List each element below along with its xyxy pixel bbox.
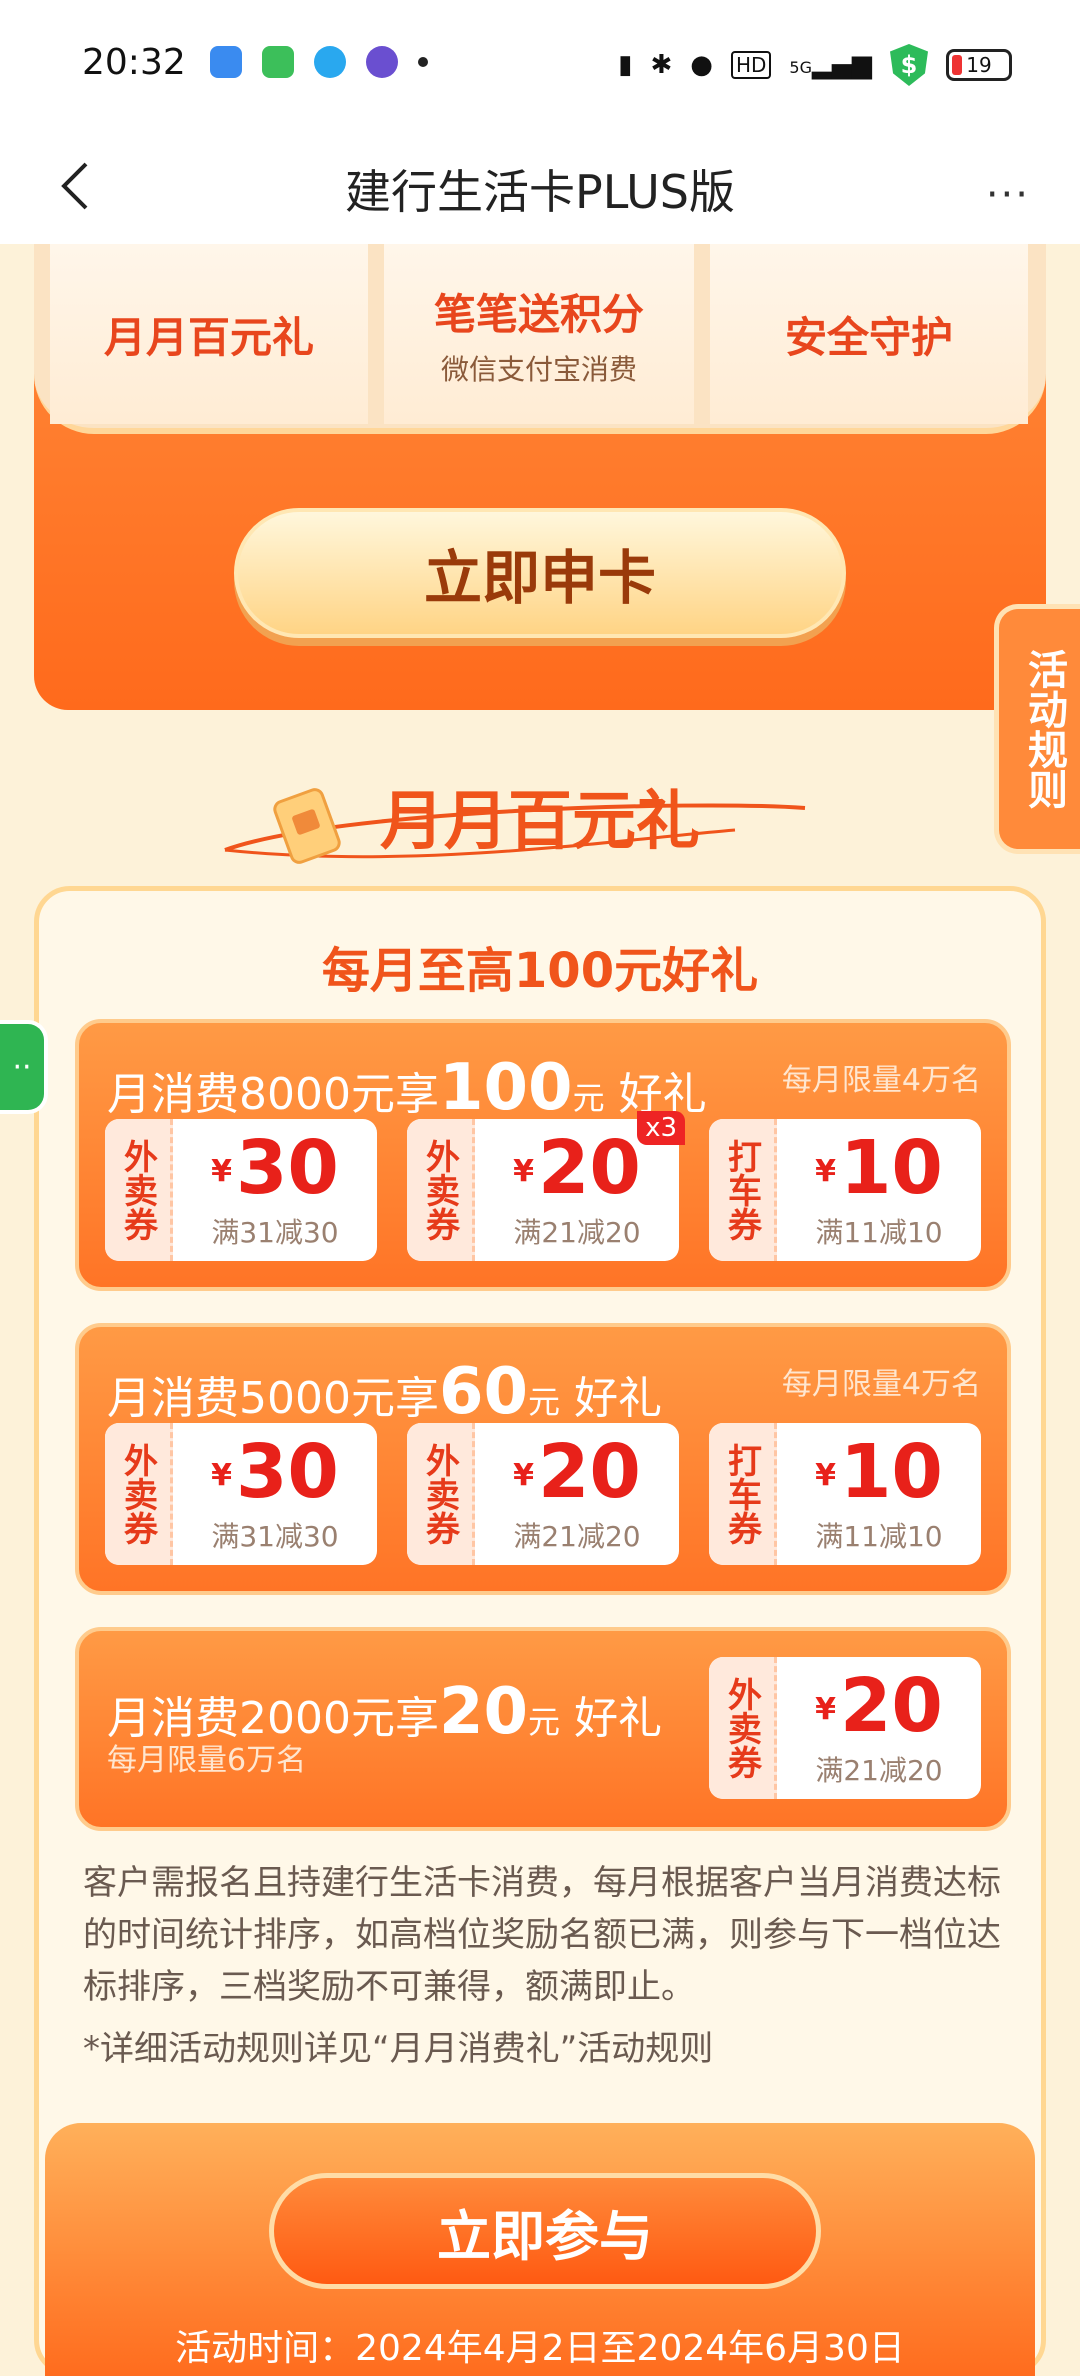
feature-title: 月月百元礼 [103, 312, 314, 362]
more-notifications-icon [418, 57, 428, 67]
coupon-amount: ¥30 [211, 1124, 339, 1211]
monthly-gift-card: 每月至高100元好礼 月消费8000元享100元 好礼 每月限量4万名 外卖券 … [34, 886, 1046, 2376]
tier-5000: 月消费5000元享60元 好礼 每月限量4万名 外卖券 ¥30 满31减30 外卖… [75, 1323, 1011, 1595]
coupon-takeout-30[interactable]: 外卖券 ¥30 满31减30 [105, 1119, 377, 1261]
tier-limit: 每月限量6万名 [107, 1743, 307, 1778]
coupon-type: 打车券 [709, 1423, 777, 1565]
feature-points: 笔笔送积分 微信支付宝消费 [384, 244, 694, 424]
vibrate-icon: ▮ [618, 50, 633, 80]
activity-period: 活动时间：2024年4月2日至2024年6月30日 [175, 2328, 905, 2369]
coupon-takeout-30[interactable]: 外卖券 ¥30 满31减30 [105, 1423, 377, 1565]
coupon-condition: 满31减30 [211, 1520, 339, 1554]
tier-limit: 每月限量4万名 [781, 1063, 981, 1098]
page-title: 建行生活卡PLUS版 [345, 165, 735, 219]
feature-monthly-gift: 月月百元礼 [50, 244, 368, 424]
bluetooth-icon: ✱ [650, 50, 673, 80]
coupon-amount: ¥10 [815, 1428, 943, 1515]
coupon-type: 打车券 [709, 1119, 777, 1261]
coupon-taxi-10[interactable]: 打车券 ¥10 满11减10 [709, 1423, 981, 1565]
coupon-condition: 满21减20 [513, 1520, 641, 1554]
security-shield-icon: $ [890, 44, 928, 86]
feature-subtitle: 微信支付宝消费 [440, 352, 637, 386]
coupon-type: 外卖券 [105, 1423, 173, 1565]
apply-card-button[interactable]: 立即申卡 [234, 508, 846, 638]
status-app-icons [210, 46, 428, 78]
coupon-amount: ¥30 [211, 1428, 339, 1515]
coupon-amount: ¥10 [815, 1124, 943, 1211]
coupon-taxi-10[interactable]: 打车券 ¥10 满11减10 [709, 1119, 981, 1261]
status-time: 20:32 [82, 42, 186, 83]
coupon-quantity-badge: x3 [637, 1111, 685, 1145]
coupon-takeout-20[interactable]: 外卖券 ¥20 满21减20 x3 [407, 1111, 685, 1261]
feature-title: 笔笔送积分 [433, 289, 644, 339]
monthly-gift-headline: 每月至高100元好礼 [321, 943, 759, 999]
floating-chat-bubble[interactable]: ·· [0, 1020, 48, 1114]
coupon-type: 外卖券 [709, 1657, 777, 1799]
coupon-amount: ¥20 [815, 1662, 943, 1749]
coupon-amount: ¥20 [513, 1428, 641, 1515]
section-title: 月月百元礼 [0, 770, 1080, 862]
tier-title: 月消费5000元享60元 好礼 [107, 1355, 663, 1429]
coupon-type: 外卖券 [407, 1423, 475, 1565]
signal-icon: 5G▂▄▆ [789, 50, 872, 80]
qq-app-icon [314, 46, 346, 78]
browser-app-icon [366, 46, 398, 78]
section-title-text: 月月百元礼 [380, 785, 700, 859]
hd-icon: HD [730, 51, 772, 79]
battery-level: 19 [966, 53, 992, 77]
coupon-condition: 满21减20 [513, 1216, 641, 1250]
feature-panel: 月月百元礼 笔笔送积分 微信支付宝消费 安全守护 [34, 244, 1046, 434]
tier-8000: 月消费8000元享100元 好礼 每月限量4万名 外卖券 ¥30 满31减30 外… [75, 1019, 1011, 1291]
app-notification-icon [210, 46, 242, 78]
activity-description: 客户需报名且持建行生活卡消费，每月根据客户当月消费达标的时间统计排序，如高档位奖… [83, 1863, 1001, 2007]
coupon-type: 外卖券 [105, 1119, 173, 1261]
coupon-amount: ¥20 [513, 1124, 641, 1211]
tier-title: 月消费8000元享100元 好礼 [107, 1051, 707, 1125]
tier-limit: 每月限量4万名 [781, 1367, 981, 1402]
coupon-condition: 满11减10 [815, 1216, 943, 1250]
battery-icon: 19 [946, 49, 1012, 81]
cta-panel: 立即参与 活动时间：2024年4月2日至2024年6月30日 [45, 2123, 1035, 2376]
coupon-takeout-20[interactable]: 外卖券 ¥20 满21减20 [709, 1657, 981, 1799]
tier-2000: 月消费2000元享20元 好礼 每月限量6万名 外卖券 ¥20 满21减20 [75, 1627, 1011, 1831]
feature-security: 安全守护 [710, 244, 1028, 424]
message-app-icon [262, 46, 294, 78]
status-bar: 20:32 ▮ ✱ ● HD 5G▂▄▆ $ 19 [0, 0, 1080, 130]
coupon-condition: 满31减30 [211, 1216, 339, 1250]
title-bar: 建行生活卡PLUS版 ··· [0, 130, 1080, 244]
activity-rules-note: *详细活动规则详见“月月消费礼”活动规则 [83, 2029, 714, 2069]
status-right: ▮ ✱ ● HD 5G▂▄▆ $ 19 [618, 44, 1012, 86]
coupon-type: 外卖券 [407, 1119, 475, 1261]
feature-title: 安全守护 [784, 312, 953, 362]
card-promo-panel: 月月百元礼 笔笔送积分 微信支付宝消费 安全守护 立即申卡 [34, 244, 1046, 710]
coupon-takeout-20[interactable]: 外卖券 ¥20 满21减20 [407, 1423, 679, 1565]
more-dots-icon[interactable]: ··· [986, 172, 1030, 218]
coupon-condition: 满11减10 [815, 1520, 943, 1554]
join-now-button[interactable]: 立即参与 [269, 2173, 821, 2289]
location-icon: ● [690, 50, 713, 80]
coupon-condition: 满21减20 [815, 1754, 943, 1788]
